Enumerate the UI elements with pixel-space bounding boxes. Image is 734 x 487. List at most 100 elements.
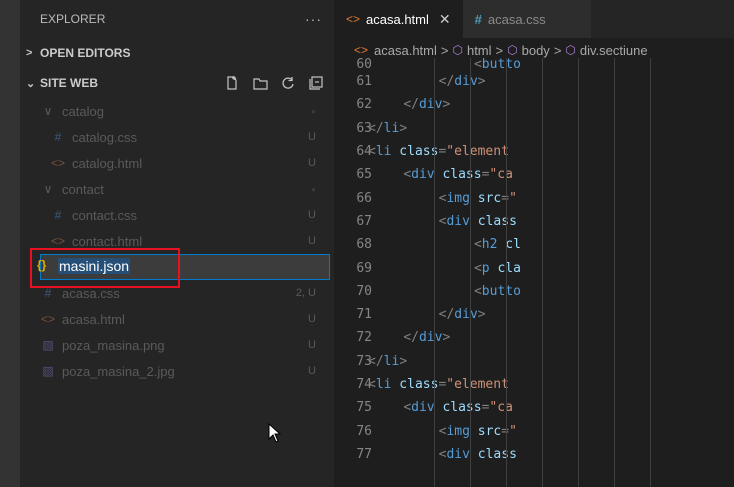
code-token: </	[403, 330, 419, 346]
code-token: "element	[446, 144, 509, 160]
tree-item[interactable]: ∨ catalog ●	[20, 98, 334, 124]
line-number: 61	[356, 74, 372, 90]
code-line: 64 <li class="element	[334, 140, 734, 163]
workspace-section[interactable]: ⌄ SITE WEB	[20, 68, 334, 98]
code-token: src	[469, 423, 502, 439]
tree-item-label: catalog.html	[72, 155, 143, 171]
code-line: 77 <div class	[334, 443, 734, 466]
git-status-badge: U	[308, 131, 316, 143]
css-file-icon: #	[474, 11, 482, 27]
code-token: div	[454, 74, 478, 90]
indent-guide	[578, 58, 579, 487]
tree-item-label: acasa.css	[62, 285, 120, 301]
breadcrumb-item-html[interactable]: html	[467, 43, 492, 58]
tree-item[interactable]: # acasa.css 2, U	[20, 280, 334, 306]
tab-acasa-html[interactable]: <> acasa.html ✕	[334, 0, 463, 38]
code-token: <	[368, 144, 376, 160]
tree-item[interactable]: ▧ poza_masina.png U	[20, 332, 334, 358]
line-number: 71	[356, 307, 372, 323]
code-token: class	[391, 144, 439, 160]
code-line: 62 </div>	[334, 93, 734, 116]
code-token: >	[477, 307, 486, 323]
tree-item-label: poza_masina_2.jpg	[62, 363, 175, 379]
editor-tabs: <> acasa.html ✕ # acasa.css	[334, 0, 734, 38]
tree-item[interactable]: ∨ contact ●	[20, 176, 334, 202]
code-editor[interactable]: 60 <butto 61 </div> 62 </div> 63 </li> 64 <li cla…	[334, 58, 734, 487]
tree-item[interactable]: <> catalog.html U	[20, 150, 334, 176]
open-editors-section[interactable]: > OPEN EDITORS	[20, 38, 334, 68]
code-line: 66<img src="	[334, 186, 734, 209]
new-folder-icon[interactable]	[252, 75, 268, 91]
code-token: div	[454, 307, 478, 323]
code-token: </	[368, 353, 384, 369]
file-tree: ∨ catalog ● # catalog.css U <> catalog.html U ∨ co…	[20, 98, 334, 254]
code-token: >	[442, 97, 451, 113]
more-actions-icon[interactable]: ···	[305, 11, 322, 27]
html-file-icon: <>	[50, 234, 65, 248]
element-cube-icon: ⬡	[565, 43, 576, 57]
git-status-badge: 2, U	[295, 287, 316, 299]
code-line: 65 <div class="ca	[334, 163, 734, 186]
line-number: 73	[356, 353, 372, 369]
code-token: </	[438, 74, 455, 90]
code-token: butto	[481, 283, 521, 299]
workspace-label: SITE WEB	[40, 76, 99, 90]
line-number: 74	[356, 377, 372, 392]
code-text: <div class="ca	[403, 400, 513, 415]
tree-item-label: poza_masina.png	[62, 337, 165, 353]
indent-guide	[614, 58, 615, 487]
html-file-icon: <>	[50, 156, 65, 170]
tree-item[interactable]: # catalog.css U	[20, 124, 334, 150]
git-status-badge: U	[308, 157, 316, 169]
tree-item-label: contact.css	[72, 207, 138, 223]
code-token: h2	[481, 237, 498, 253]
tree-item-label: contact.html	[72, 233, 143, 249]
breadcrumb-item-body[interactable]: body	[522, 43, 550, 58]
mouse-pointer-icon	[268, 423, 282, 443]
tab-label: acasa.html	[366, 11, 429, 27]
code-text: <li class="element	[368, 144, 509, 159]
tree-item[interactable]: ▧ poza_masina_2.jpg U	[20, 358, 334, 384]
code-token: class	[434, 400, 482, 416]
new-file-icon[interactable]	[224, 75, 240, 91]
activity-bar	[0, 0, 20, 487]
code-line: 69 <p cla	[334, 256, 734, 279]
tree-item[interactable]: <> acasa.html U	[20, 306, 334, 332]
code-text: </div>	[403, 97, 450, 112]
git-status-badge: U	[308, 339, 316, 351]
image-file-icon: ▧	[42, 364, 54, 378]
breadcrumb-item-div[interactable]: div.sectiune	[580, 43, 648, 58]
code-token: class	[469, 446, 517, 462]
tree-item-label: acasa.html	[62, 311, 125, 327]
line-number: 75	[356, 400, 372, 416]
code-line: 61 </div>	[334, 70, 734, 93]
line-number: 64	[356, 144, 372, 160]
element-cube-icon: ⬡	[507, 43, 518, 57]
tree-item[interactable]: # contact.css U	[20, 202, 334, 228]
code-line: 68 <h2 cl	[334, 233, 734, 256]
image-file-icon: ▧	[42, 338, 54, 352]
html-file-icon: <>	[346, 12, 361, 26]
code-token: <	[473, 283, 482, 299]
close-icon[interactable]: ✕	[439, 11, 451, 28]
refresh-icon[interactable]	[280, 75, 296, 91]
code-token: </	[438, 307, 455, 323]
breadcrumb-item-file[interactable]: acasa.html	[374, 43, 437, 58]
code-line: 70 <butto	[334, 280, 734, 303]
git-status-badge: U	[308, 235, 316, 247]
explorer-sidebar: EXPLORER ··· > OPEN EDITORS ⌄ SITE WEB ∨…	[20, 0, 334, 487]
collapse-all-icon[interactable]	[308, 75, 324, 91]
code-text: </li>	[368, 354, 407, 369]
code-text: <h2 cl	[474, 237, 521, 252]
tree-item-label: catalog	[62, 103, 104, 119]
file-tree-continued: # acasa.css 2, U <> acasa.html U ▧ poza_masina.…	[20, 280, 334, 384]
tab-label: acasa.css	[487, 11, 546, 27]
code-token: >	[477, 74, 486, 90]
tab-acasa-css[interactable]: # acasa.css	[462, 0, 591, 38]
code-token: >	[399, 120, 408, 136]
indent-guide	[506, 58, 507, 487]
code-text: <div class="ca	[403, 167, 513, 182]
line-number: 65	[356, 167, 372, 183]
code-token: </	[403, 97, 419, 113]
css-file-icon: #	[54, 130, 62, 144]
